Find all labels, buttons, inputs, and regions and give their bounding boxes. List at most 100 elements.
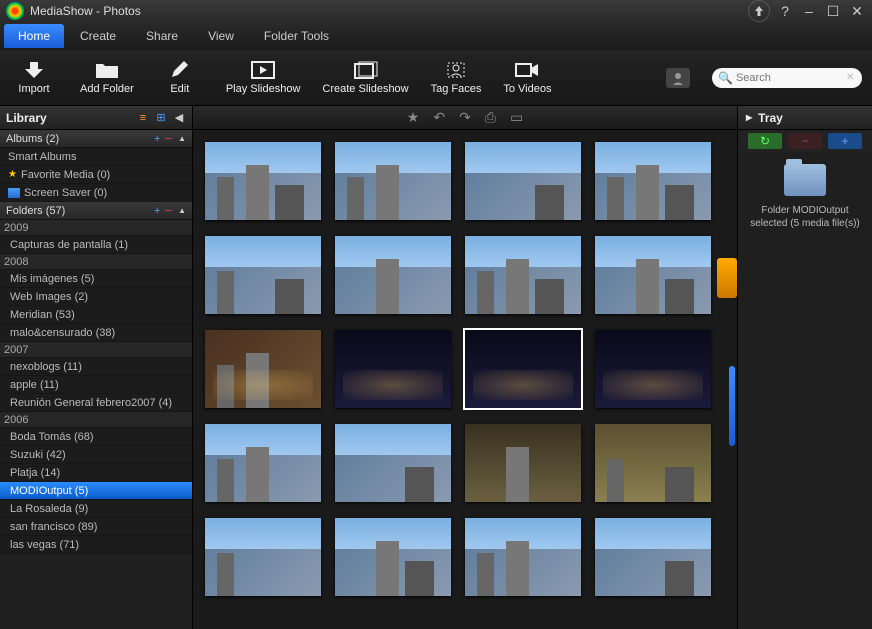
folder-item[interactable]: La Rosaleda (9) — [0, 500, 192, 518]
photo-thumbnail[interactable] — [205, 142, 321, 220]
upload-button[interactable] — [748, 0, 770, 22]
favorite-media-item[interactable]: ★Favorite Media (0) — [0, 166, 192, 184]
search-box[interactable]: 🔍 ✕ — [712, 68, 862, 88]
photo-thumbnail[interactable] — [335, 330, 451, 408]
library-sidebar: Library ≡ ⊞ ◀ Albums (2) +−▲ Smart Album… — [0, 106, 193, 629]
tab-view[interactable]: View — [194, 24, 248, 48]
library-header: Library ≡ ⊞ ◀ — [0, 106, 192, 130]
content-toolbar: ★ ↶ ↷ ⎙ ▭ — [193, 106, 737, 130]
photo-thumbnail[interactable] — [335, 236, 451, 314]
folder-item[interactable]: malo&censurado (38) — [0, 324, 192, 342]
smart-albums-item[interactable]: Smart Albums — [0, 148, 192, 166]
slideshow-icon[interactable]: ▭ — [510, 109, 523, 126]
tray-plus-button[interactable]: + — [828, 133, 862, 149]
folder-item[interactable]: apple (11) — [0, 376, 192, 394]
scroll-indicator-icon[interactable] — [717, 258, 737, 298]
video-icon — [515, 60, 539, 80]
import-button[interactable]: Import — [10, 60, 58, 95]
tray-header[interactable]: ▶ Tray — [738, 106, 872, 130]
maximize-button[interactable]: ☐ — [824, 2, 842, 20]
folder-item[interactable]: Web Images (2) — [0, 288, 192, 306]
folder-item[interactable]: Meridian (53) — [0, 306, 192, 324]
add-album-icon[interactable]: + — [154, 133, 160, 145]
folders-header[interactable]: Folders (57) +−▲ — [0, 202, 192, 220]
photo-thumbnail[interactable] — [335, 518, 451, 596]
tab-share[interactable]: Share — [132, 24, 192, 48]
import-icon — [22, 60, 46, 80]
app-logo-icon — [6, 2, 24, 20]
help-button[interactable]: ? — [776, 2, 794, 20]
to-videos-button[interactable]: To Videos — [503, 60, 551, 95]
folder-item[interactable]: san francisco (89) — [0, 518, 192, 536]
photo-thumbnail[interactable] — [205, 236, 321, 314]
search-input[interactable] — [736, 72, 846, 84]
rotate-left-icon[interactable]: ↶ — [433, 109, 445, 126]
photo-thumbnail[interactable] — [335, 142, 451, 220]
tag-faces-icon — [444, 60, 468, 80]
photo-thumbnail[interactable] — [205, 424, 321, 502]
add-folder-button[interactable]: Add Folder — [80, 60, 134, 95]
year-header[interactable]: 2008 — [0, 254, 192, 270]
library-list-view-icon[interactable]: ≡ — [136, 111, 150, 125]
year-header[interactable]: 2006 — [0, 412, 192, 428]
window-title: MediaShow - Photos — [30, 4, 141, 18]
edit-button[interactable]: Edit — [156, 60, 204, 95]
title-bar: MediaShow - Photos ? – ☐ ✕ — [0, 0, 872, 22]
screen-saver-item[interactable]: Screen Saver (0) — [0, 184, 192, 202]
photo-thumbnail[interactable] — [465, 142, 581, 220]
tray-add-button[interactable]: ↻ — [748, 133, 782, 149]
crop-icon[interactable]: ⎙ — [485, 109, 496, 126]
rotate-right-icon[interactable]: ↷ — [459, 109, 471, 126]
folder-item[interactable]: Boda Tomás (68) — [0, 428, 192, 446]
folder-item[interactable]: Platja (14) — [0, 464, 192, 482]
toolbar: Import Add Folder Edit Play Slideshow Cr… — [0, 50, 872, 106]
folder-item[interactable]: las vegas (71) — [0, 536, 192, 554]
photo-thumbnail[interactable] — [205, 518, 321, 596]
add-folder-icon[interactable]: + — [154, 205, 160, 217]
folder-item[interactable]: Reunión General febrero2007 (4) — [0, 394, 192, 412]
close-button[interactable]: ✕ — [848, 2, 866, 20]
photo-thumbnail[interactable] — [465, 424, 581, 502]
clear-search-icon[interactable]: ✕ — [846, 72, 854, 83]
photo-thumbnail-selected[interactable] — [465, 330, 581, 408]
tab-folder-tools[interactable]: Folder Tools — [250, 24, 343, 48]
minimize-button[interactable]: – — [800, 2, 818, 20]
year-header[interactable]: 2007 — [0, 342, 192, 358]
photo-thumbnail[interactable] — [335, 424, 451, 502]
albums-header[interactable]: Albums (2) +−▲ — [0, 130, 192, 148]
create-slideshow-button[interactable]: Create Slideshow — [322, 60, 408, 95]
photo-thumbnail[interactable] — [595, 424, 711, 502]
photo-thumbnail[interactable] — [595, 142, 711, 220]
folder-item[interactable]: nexoblogs (11) — [0, 358, 192, 376]
photo-thumbnail[interactable] — [205, 330, 321, 408]
favorite-icon[interactable]: ★ — [407, 109, 420, 126]
library-collapse-icon[interactable]: ◀ — [172, 111, 186, 125]
folder-item[interactable]: MODIOutput (5) — [0, 482, 192, 500]
folder-icon[interactable] — [784, 164, 826, 196]
tab-home[interactable]: Home — [4, 24, 64, 48]
tab-create[interactable]: Create — [66, 24, 130, 48]
folder-item[interactable]: Suzuki (42) — [0, 446, 192, 464]
remove-album-icon[interactable]: − — [164, 131, 172, 146]
photo-thumbnail[interactable] — [465, 518, 581, 596]
photo-thumbnail[interactable] — [595, 518, 711, 596]
folder-icon — [95, 60, 119, 80]
folder-item[interactable]: Mis imágenes (5) — [0, 270, 192, 288]
folder-item[interactable]: Capturas de pantalla (1) — [0, 236, 192, 254]
tag-faces-button[interactable]: Tag Faces — [431, 60, 482, 95]
photo-thumbnail[interactable] — [595, 236, 711, 314]
play-slideshow-icon — [251, 60, 275, 80]
photo-thumbnail[interactable] — [465, 236, 581, 314]
vertical-scrollbar[interactable] — [729, 366, 735, 446]
menu-bar: Home Create Share View Folder Tools — [0, 22, 872, 50]
remove-folder-icon[interactable]: − — [164, 203, 172, 218]
year-header[interactable]: 2009 — [0, 220, 192, 236]
library-grid-view-icon[interactable]: ⊞ — [154, 111, 168, 125]
face-filter-button[interactable] — [666, 68, 690, 88]
chevron-up-icon: ▲ — [178, 134, 186, 143]
tray-remove-button[interactable]: − — [788, 133, 822, 149]
thumbnail-grid — [193, 130, 737, 629]
photo-thumbnail[interactable] — [595, 330, 711, 408]
screensaver-icon — [8, 188, 20, 198]
play-slideshow-button[interactable]: Play Slideshow — [226, 60, 301, 95]
